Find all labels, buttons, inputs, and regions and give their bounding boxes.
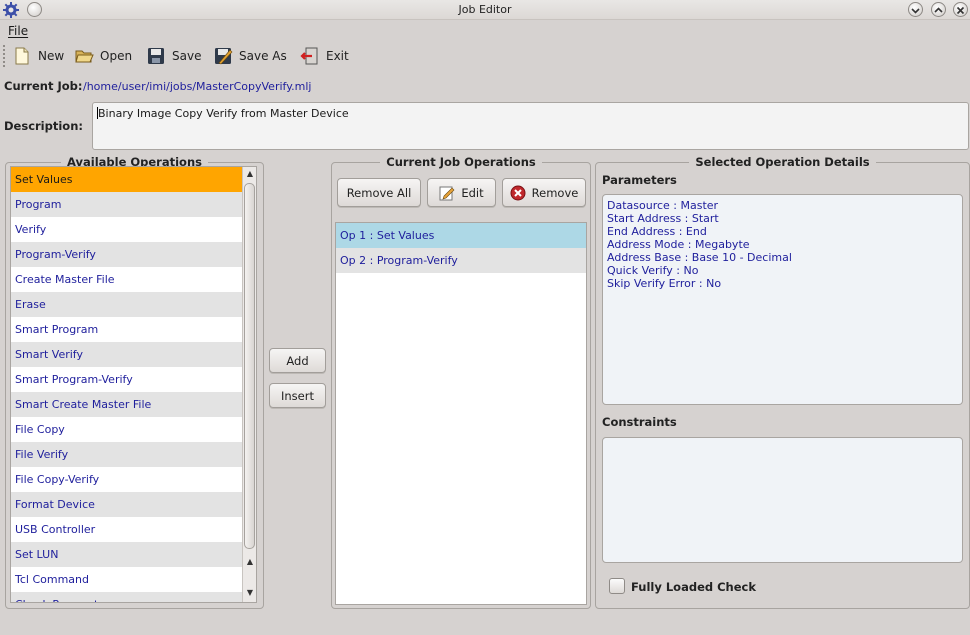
parameter-line: Address Mode : Megabyte <box>607 238 750 251</box>
available-operation-item[interactable]: Smart Create Master File <box>11 392 242 417</box>
minimize-icon <box>911 8 920 14</box>
add-label: Add <box>286 353 309 368</box>
parameter-line: Address Base : Base 10 - Decimal <box>607 251 792 264</box>
toolbar: New Open Save Save As Exit <box>0 40 970 72</box>
available-operation-item[interactable]: Verify <box>11 217 242 242</box>
save-as-icon <box>215 48 233 65</box>
current-job-path: /home/user/imi/jobs/MasterCopyVerify.mlj <box>83 80 312 93</box>
parameter-line: Datasource : Master <box>607 199 719 212</box>
current-rows: Op 1 : Set Values Op 2 : Program-Verify <box>336 223 586 273</box>
current-operation-item[interactable]: Op 1 : Set Values <box>336 223 586 248</box>
remove-all-button[interactable]: Remove All <box>337 178 421 207</box>
open-label: Open <box>100 49 133 63</box>
save-disk-icon <box>148 48 164 64</box>
maximize-icon <box>934 7 943 13</box>
save-label: Save <box>172 49 202 63</box>
remove-all-label: Remove All <box>346 185 412 200</box>
scroll-thumb[interactable] <box>244 183 255 549</box>
available-operation-item[interactable]: Create Master File <box>11 267 242 292</box>
add-button[interactable]: Add <box>269 348 326 373</box>
constraints-panel[interactable] <box>602 437 963 563</box>
parameter-line: End Address : End <box>607 225 707 238</box>
current-job-label: Current Job: <box>4 79 83 93</box>
menu-bar: File <box>0 21 970 40</box>
available-operation-item[interactable]: Erase <box>11 292 242 317</box>
parameter-line: Skip Verify Error : No <box>607 277 722 290</box>
insert-button[interactable]: Insert <box>269 383 326 408</box>
parameter-line: Start Address : Start <box>607 212 719 225</box>
save-as-label: Save As <box>239 49 287 63</box>
available-operation-item[interactable]: USB Controller <box>11 517 242 542</box>
parameters-list: Datasource : Master Start Address : Start… <box>607 199 958 290</box>
description-field[interactable]: Binary Image Copy Verify from Master Dev… <box>92 102 969 150</box>
fully-loaded-checkbox[interactable] <box>609 578 625 594</box>
available-rows: Set Values Program Verify Program-Verify Cre… <box>11 167 242 602</box>
fully-loaded-label: Fully Loaded Check <box>631 580 757 594</box>
available-operation-item[interactable]: Smart Verify <box>11 342 242 367</box>
parameters-label: Parameters <box>602 173 677 187</box>
available-operation-item[interactable]: Format Device <box>11 492 242 517</box>
description-value: Binary Image Copy Verify from Master Dev… <box>98 107 349 120</box>
current-operations-title: Current Job Operations <box>380 155 542 169</box>
details-title: Selected Operation Details <box>689 155 876 169</box>
description-label: Description: <box>4 119 83 133</box>
close-icon <box>956 6 965 15</box>
scroll-up-arrow-icon[interactable]: ▲ <box>243 555 256 569</box>
available-operation-item[interactable]: Program-Verify <box>11 242 242 267</box>
available-operation-item[interactable]: Set Values <box>11 167 242 192</box>
available-operation-item[interactable]: Tcl Command <box>11 567 242 592</box>
constraints-label: Constraints <box>602 415 677 429</box>
edit-pencil-icon <box>439 186 455 200</box>
remove-x-icon <box>510 185 526 200</box>
current-operations-list[interactable]: Op 1 : Set Values Op 2 : Program-Verify <box>335 222 587 605</box>
save-as-button[interactable]: Save As <box>213 45 287 67</box>
current-operation-item[interactable]: Op 2 : Program-Verify <box>336 248 586 273</box>
new-button[interactable]: New <box>12 45 64 67</box>
available-operation-item[interactable]: File Copy <box>11 417 242 442</box>
close-button[interactable] <box>953 2 968 17</box>
available-operation-item[interactable]: File Verify <box>11 442 242 467</box>
minimize-button[interactable] <box>908 2 923 17</box>
new-file-icon <box>15 47 29 65</box>
scroll-down-arrow-icon[interactable]: ▼ <box>243 586 256 600</box>
available-operations-list[interactable]: Set Values Program Verify Program-Verify Cre… <box>10 166 257 603</box>
available-operation-item[interactable]: Program <box>11 192 242 217</box>
exit-door-icon <box>300 47 318 65</box>
title-bar: Job Editor <box>0 0 970 20</box>
new-label: New <box>38 49 65 63</box>
available-operation-item[interactable]: Smart Program-Verify <box>11 367 242 392</box>
insert-label: Insert <box>281 388 314 403</box>
remove-label: Remove <box>531 185 579 200</box>
toolbar-grip[interactable] <box>2 44 6 68</box>
available-scrollbar[interactable]: ▲ ▲ ▼ <box>242 167 256 602</box>
available-operation-item[interactable]: Check Parameters <box>11 592 242 602</box>
open-folder-icon <box>75 50 94 63</box>
parameters-panel[interactable]: Datasource : Master Start Address : Start… <box>602 194 963 405</box>
save-button[interactable]: Save <box>146 45 201 67</box>
available-operation-item[interactable]: File Copy-Verify <box>11 467 242 492</box>
parameter-line: Quick Verify : No <box>607 264 699 277</box>
available-operation-item[interactable]: Smart Program <box>11 317 242 342</box>
available-operation-item[interactable]: Set LUN <box>11 542 242 567</box>
remove-button[interactable]: Remove <box>502 178 586 207</box>
open-button[interactable]: Open <box>74 45 132 67</box>
exit-label: Exit <box>326 49 349 63</box>
scroll-up-arrow-icon[interactable]: ▲ <box>243 167 256 181</box>
exit-button[interactable]: Exit <box>300 45 349 67</box>
menu-file[interactable]: File <box>8 24 28 38</box>
edit-label: Edit <box>461 185 484 200</box>
window-title: Job Editor <box>458 3 512 16</box>
maximize-button[interactable] <box>931 2 946 17</box>
edit-button[interactable]: Edit <box>427 178 496 207</box>
